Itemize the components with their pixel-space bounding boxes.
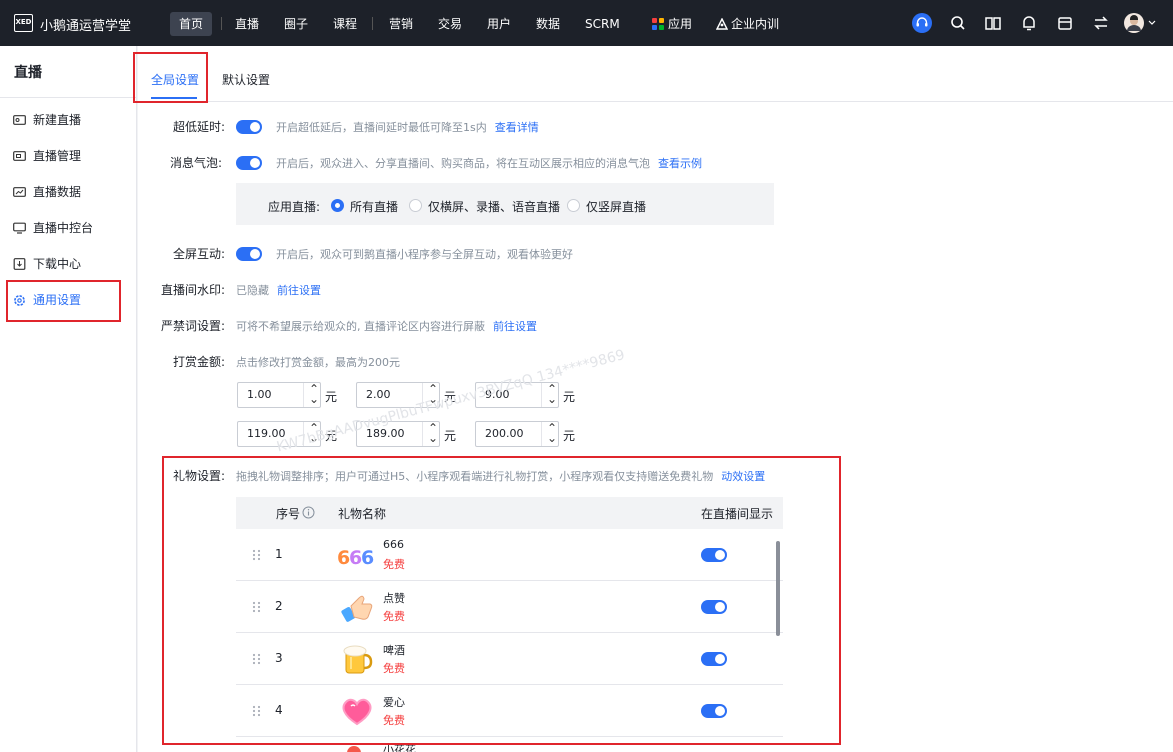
- tab-default-settings[interactable]: 默认设置: [222, 71, 270, 88]
- watermark-settings-link[interactable]: 前往设置: [277, 284, 321, 297]
- top-navbar: XED 小鹅通运营学堂 首页 直播 圈子 课程 营销 交易 用户 数据 SCRM…: [0, 0, 1173, 46]
- radio-landscape-live[interactable]: [409, 199, 422, 212]
- search-icon[interactable]: [948, 13, 968, 33]
- tip-amount-input[interactable]: 1.00 ⌃ ⌄: [237, 382, 321, 408]
- banned-words-label: 严禁词设置:: [161, 319, 226, 333]
- tip-unit: 元: [444, 429, 457, 443]
- chevron-down-icon[interactable]: [1148, 20, 1156, 26]
- watermark-desc: 已隐藏 前往设置: [236, 282, 321, 298]
- nav-data[interactable]: 数据: [527, 12, 569, 36]
- tip-amount-label: 打赏金额:: [173, 355, 226, 369]
- apply-live-label: 应用直播:: [268, 200, 321, 214]
- highlight-box: [162, 456, 841, 745]
- sidebar-item-label: 下载中心: [33, 257, 82, 271]
- stepper[interactable]: ⌃ ⌄: [303, 382, 320, 407]
- watermark-label: 直播间水印:: [161, 283, 226, 297]
- tip-unit: 元: [563, 429, 576, 443]
- tip-amount-value: 1.00: [247, 388, 272, 401]
- bubble-desc-text: 开启后，观众进入、分享直播间、购买商品，将在互动区展示相应的消息气泡: [276, 157, 650, 170]
- app-name[interactable]: 小鹅通运营学堂: [40, 15, 131, 34]
- store-icon[interactable]: [1055, 13, 1075, 33]
- banned-words-desc: 可将不希望展示给观众的, 直播评论区内容进行屏蔽 前往设置: [236, 318, 537, 334]
- fullscreen-label: 全屏互动:: [173, 247, 226, 261]
- fullscreen-desc: 开启后，观众可到鹅直播小程序参与全屏互动，观看体验更好: [276, 248, 573, 261]
- bubble-desc: 开启后，观众进入、分享直播间、购买商品，将在互动区展示相应的消息气泡 查看示例: [276, 155, 702, 171]
- radio-all-live-label[interactable]: 所有直播: [350, 198, 398, 215]
- book-icon[interactable]: [983, 13, 1003, 33]
- tip-unit: 元: [325, 390, 338, 404]
- view-example-link[interactable]: 查看示例: [658, 157, 702, 170]
- download-icon: [13, 258, 26, 270]
- nav-divider: [221, 17, 222, 30]
- banned-words-desc-text: 可将不希望展示给观众的, 直播评论区内容进行屏蔽: [236, 320, 485, 333]
- manage-icon: [13, 151, 26, 161]
- low-latency-desc-text: 开启超低延后，直播间延时最低可降至1s内: [276, 121, 487, 134]
- nav-marketing[interactable]: 营销: [380, 12, 422, 36]
- stepper[interactable]: ⌃ ⌄: [541, 421, 558, 446]
- tab-bar: [138, 58, 1173, 102]
- stepper-down-icon[interactable]: ⌄: [428, 431, 438, 445]
- stepper-down-icon[interactable]: ⌄: [547, 431, 557, 445]
- low-latency-desc: 开启超低延后，直播间延时最低可降至1s内 查看详情: [276, 119, 539, 135]
- stepper[interactable]: ⌃ ⌄: [422, 421, 439, 446]
- bubble-toggle[interactable]: [236, 156, 262, 170]
- nav-home[interactable]: 首页: [170, 12, 213, 36]
- bubble-label: 消息气泡:: [170, 156, 223, 170]
- watermark-status: 已隐藏: [236, 284, 269, 297]
- nav-circle[interactable]: 圈子: [275, 12, 317, 36]
- tip-amount-desc: 点击修改打赏金额，最高为200元: [236, 356, 400, 369]
- stepper-down-icon[interactable]: ⌄: [547, 392, 557, 406]
- nav-trade[interactable]: 交易: [429, 12, 471, 36]
- console-icon: [13, 222, 26, 234]
- data-icon: [13, 187, 26, 197]
- nav-course[interactable]: 课程: [324, 12, 366, 36]
- nav-users[interactable]: 用户: [478, 12, 520, 36]
- nav-apps-label: 应用: [668, 17, 693, 31]
- tip-amount-value: 2.00: [366, 388, 391, 401]
- nav-live[interactable]: 直播: [226, 12, 268, 36]
- nav-scrm[interactable]: SCRM: [576, 12, 629, 36]
- low-latency-label: 超低延时:: [173, 120, 226, 134]
- view-details-link[interactable]: 查看详情: [495, 121, 539, 134]
- sidebar-item-label: 新建直播: [33, 113, 82, 127]
- nav-divider: [372, 17, 373, 30]
- low-latency-toggle[interactable]: [236, 120, 262, 134]
- sidebar-item-label: 直播中控台: [33, 221, 94, 235]
- avatar[interactable]: [1124, 13, 1144, 33]
- video-icon: [13, 115, 26, 125]
- highlight-box: [133, 52, 208, 103]
- radio-landscape-live-label[interactable]: 仅横屏、录播、语音直播: [428, 198, 560, 215]
- bell-icon[interactable]: [1019, 13, 1039, 33]
- apps-icon: [652, 18, 664, 30]
- sidebar-item-label: 直播管理: [33, 149, 82, 163]
- training-icon: [716, 18, 728, 30]
- radio-all-live[interactable]: [331, 199, 344, 212]
- switch-icon[interactable]: [1091, 13, 1111, 33]
- app-logo[interactable]: XED: [14, 14, 33, 32]
- tip-amount-value: 200.00: [485, 427, 524, 440]
- nav-apps[interactable]: 应用: [644, 12, 701, 36]
- highlight-box: [6, 280, 121, 322]
- stepper[interactable]: ⌃ ⌄: [541, 382, 558, 407]
- nav-training-label: 企业内训: [731, 17, 780, 31]
- headset-icon[interactable]: [912, 13, 932, 33]
- stepper-down-icon[interactable]: ⌄: [309, 392, 319, 406]
- banned-words-settings-link[interactable]: 前往设置: [493, 320, 537, 333]
- nav-training[interactable]: 企业内训: [707, 12, 788, 36]
- tip-amount-input[interactable]: 200.00 ⌃ ⌄: [475, 421, 559, 447]
- sidebar-item-label: 直播数据: [33, 185, 82, 199]
- radio-portrait-live[interactable]: [567, 199, 580, 212]
- sidebar-divider: [0, 97, 136, 98]
- tip-unit: 元: [563, 390, 576, 404]
- fullscreen-toggle[interactable]: [236, 247, 262, 261]
- radio-portrait-live-label[interactable]: 仅竖屏直播: [586, 198, 646, 215]
- sidebar-title: 直播: [14, 65, 42, 81]
